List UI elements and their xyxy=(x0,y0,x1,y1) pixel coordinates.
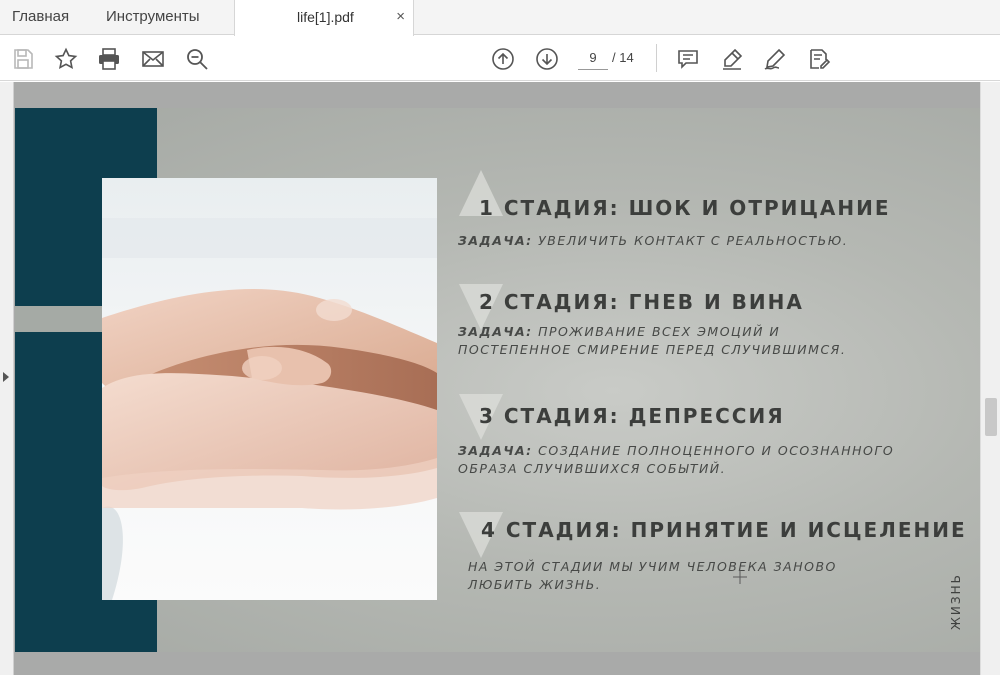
zoom-search-icon[interactable] xyxy=(184,46,210,72)
task-text: НА ЭТОЙ СТАДИИ МЫ УЧИМ ЧЕЛОВЕКА ЗАНОВО xyxy=(468,559,837,574)
stage-3-title: 3 СТАДИЯ: ДЕПРЕССИЯ xyxy=(479,404,785,428)
task-text: ПОСТЕПЕННОЕ СМИРЕНИЕ ПЕРЕД СЛУЧИВШИМСЯ. xyxy=(458,342,847,357)
stage-1-task: ЗАДАЧА: УВЕЛИЧИТЬ КОНТАКТ С РЕАЛЬНОСТЬЮ. xyxy=(458,232,848,250)
vertical-scrollbar[interactable] xyxy=(980,82,1000,675)
document-viewer[interactable]: 1 СТАДИЯ: ШОК И ОТРИЦАНИЕ ЗАДАЧА: УВЕЛИЧ… xyxy=(0,82,1000,675)
stage-4-task: НА ЭТОЙ СТАДИИ МЫ УЧИМ ЧЕЛОВЕКА ЗАНОВО Л… xyxy=(468,558,837,594)
stage-4-title: 4 СТАДИЯ: ПРИНЯТИЕ И ИСЦЕЛЕНИЕ xyxy=(481,518,967,542)
pdf-page: 1 СТАДИЯ: ШОК И ОТРИЦАНИЕ ЗАДАЧА: УВЕЛИЧ… xyxy=(15,108,980,652)
stage-2-title: 2 СТАДИЯ: ГНЕВ И ВИНА xyxy=(479,290,804,314)
tab-document-label: life[1].pdf xyxy=(297,9,354,25)
tab-bar: Главная Инструменты life[1].pdf × xyxy=(0,0,1000,36)
stage-1-title: 1 СТАДИЯ: ШОК И ОТРИЦАНИЕ xyxy=(479,196,891,220)
task-text: ОБРАЗА СЛУЧИВШИХСЯ СОБЫТИЙ. xyxy=(458,461,727,476)
highlight-pen-icon[interactable] xyxy=(719,46,745,72)
page-down-icon[interactable] xyxy=(534,46,560,72)
task-label: ЗАДАЧА: xyxy=(458,443,533,458)
side-panel-toggle[interactable] xyxy=(0,82,14,675)
page-up-icon[interactable] xyxy=(490,46,516,72)
email-icon[interactable] xyxy=(140,46,166,72)
sign-icon[interactable] xyxy=(762,46,788,72)
expand-panel-icon[interactable] xyxy=(3,372,9,382)
comment-icon[interactable] xyxy=(675,46,701,72)
task-text: ЛЮБИТЬ ЖИЗНЬ. xyxy=(468,577,602,592)
task-text: ПРОЖИВАНИЕ ВСЕХ ЭМОЦИЙ И xyxy=(538,324,781,339)
page-number-input[interactable]: 9 xyxy=(578,46,608,70)
tab-tools[interactable]: Инструменты xyxy=(106,0,200,35)
scrollbar-thumb[interactable] xyxy=(985,398,997,436)
task-label: ЗАДАЧА: xyxy=(458,233,533,248)
toolbar: 9 / 14 xyxy=(0,36,1000,81)
page-total: / 14 xyxy=(612,50,634,65)
bookmark-star-icon[interactable] xyxy=(53,46,79,72)
toolbar-divider xyxy=(656,44,657,72)
side-word: ЖИЗНЬ xyxy=(949,573,963,630)
stage-2-task: ЗАДАЧА: ПРОЖИВАНИЕ ВСЕХ ЭМОЦИЙ И ПОСТЕПЕ… xyxy=(458,323,846,359)
close-tab-icon[interactable]: × xyxy=(396,0,405,34)
tab-document[interactable]: life[1].pdf × xyxy=(234,0,414,36)
crosshair-cursor-icon xyxy=(733,570,747,584)
hands-photo xyxy=(102,178,437,600)
task-text: СОЗДАНИЕ ПОЛНОЦЕННОГО И ОСОЗНАННОГО xyxy=(538,443,895,458)
edit-form-icon[interactable] xyxy=(806,46,832,72)
task-text: УВЕЛИЧИТЬ КОНТАКТ С РЕАЛЬНОСТЬЮ. xyxy=(538,233,849,248)
save-icon[interactable] xyxy=(10,46,36,72)
print-icon[interactable] xyxy=(96,46,122,72)
tab-home[interactable]: Главная xyxy=(12,0,69,35)
task-label: ЗАДАЧА: xyxy=(458,324,533,339)
stage-3-task: ЗАДАЧА: СОЗДАНИЕ ПОЛНОЦЕННОГО И ОСОЗНАНН… xyxy=(458,442,894,478)
